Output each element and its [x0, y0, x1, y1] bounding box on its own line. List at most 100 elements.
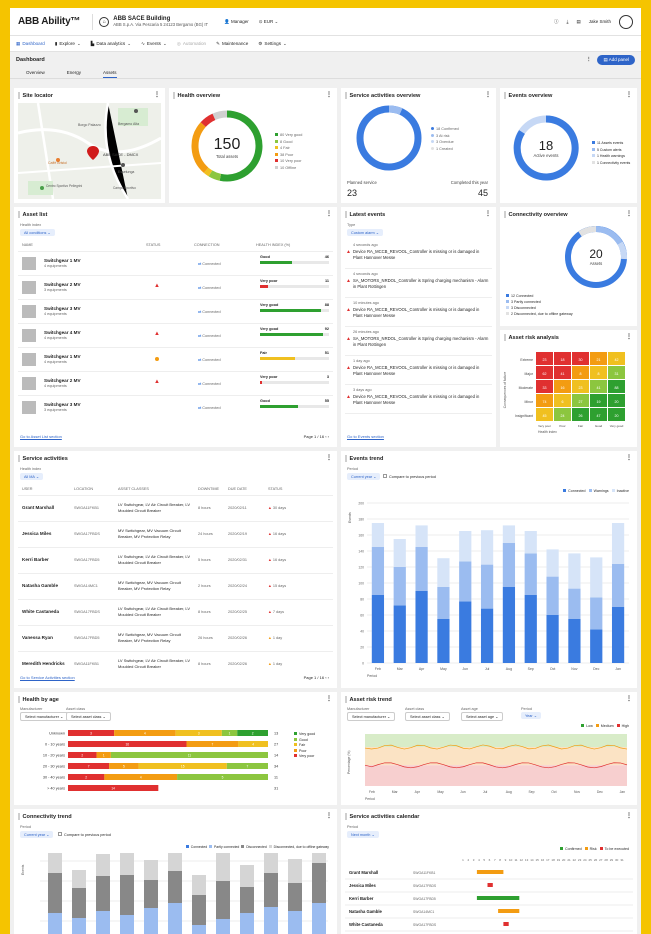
more-icon[interactable]: ⋮ [626, 454, 632, 461]
user-name: Meredith Hendricks [22, 661, 65, 666]
more-icon[interactable]: ⋮ [326, 812, 332, 819]
event-item[interactable]: 10 minutes ago ▲ Device RA_MCCB_REVOOL_Con… [345, 299, 492, 327]
compare-checkbox[interactable]: Compare to previous period [383, 474, 436, 479]
bar-segment [120, 875, 134, 915]
tab-overview[interactable]: Overview [26, 68, 45, 78]
bar-segment [524, 595, 537, 663]
more-icon[interactable]: ⋮ [586, 57, 592, 63]
building-selector[interactable]: ABB SACE Building ABB S.p.A. Via Pescari… [113, 16, 208, 27]
connection-label: Connected [202, 358, 221, 362]
more-icon[interactable]: ⋮ [626, 695, 632, 702]
info-icon[interactable]: ⓘ [554, 19, 559, 25]
event-item[interactable]: 26 minutes ago ▲ SA_MOTORS_NRDOL_Controlle… [345, 328, 492, 356]
table-row[interactable]: Switchgear 4 MV 4 equipments ▲ ⇄ Connected V… [18, 323, 333, 347]
asset-name: Switchgear 3 MV [44, 306, 81, 311]
period-select[interactable]: Next month ⌄ [347, 831, 379, 838]
medium-band [365, 747, 627, 766]
prev-page-icon[interactable]: ‹ [325, 675, 326, 680]
cell-value: 19 [597, 400, 601, 404]
more-icon[interactable]: ⋮ [485, 91, 491, 98]
next-page-icon[interactable]: › [328, 434, 329, 439]
table-row[interactable]: Switchgear 2 MV 4 equipments ▲ ⇄ Connected V… [18, 371, 333, 395]
table-row[interactable]: Switchgear 1 MV 4 equipments ⇄ Connected Fa… [18, 347, 333, 371]
table-row[interactable]: White Castaneda SWGA17FBDS LV Switchgear, … [18, 599, 333, 625]
event-item[interactable]: 3 days ago ▲ Device RA_MCCB_REVOOL_Control… [345, 386, 492, 414]
nav-explore[interactable]: ▮ Explore ⌄ [55, 41, 81, 47]
user-name: Grant Marshall [22, 505, 55, 510]
legend-label: 4 Fair [280, 146, 290, 150]
asset-class-select[interactable]: Select asset class ⌄ [66, 712, 111, 721]
asset-list-link[interactable]: Go to Asset List section [20, 434, 62, 439]
calendar-title: Service activities calendar [349, 813, 420, 820]
explore-icon: ▮ [54, 40, 58, 46]
print-icon[interactable]: ▤ [576, 19, 580, 25]
manufacturer-select[interactable]: Select manufacturer ⌄ [347, 712, 396, 721]
bar-segment [192, 925, 206, 934]
table-row[interactable]: Switchgear 3 MV 3 equipments ⇄ Connected Go… [18, 395, 333, 419]
more-icon[interactable]: ⋮ [626, 210, 632, 217]
manufacturer-select[interactable]: Select manufacturer ⌄ [20, 712, 69, 721]
nav-automation[interactable]: ◎ Automation [177, 41, 206, 47]
cell-value: 16 [561, 386, 565, 390]
bar-segment [459, 531, 472, 562]
nav-settings[interactable]: ⚙ Settings ⌄ [258, 41, 287, 47]
nav-events[interactable]: ∿ Events ⌄ [141, 41, 167, 47]
more-icon[interactable]: ⋮ [485, 210, 491, 217]
nav-maintenance[interactable]: ✎ Maintenance [216, 41, 248, 47]
segment-label: 1 [103, 753, 105, 757]
more-icon[interactable]: ⋮ [154, 91, 160, 98]
add-panel-button[interactable]: ▤ Add panel [597, 55, 635, 65]
site-locator-card: Site locator ⋮ ABB SACE - DMCX Bergamo A… [14, 88, 165, 203]
card-title: Events trend [345, 455, 383, 462]
role-selector[interactable]: 👤 Manager [224, 19, 249, 25]
table-row[interactable]: Vanessa Ryan SWGA17FBD5 MV Switchgear, MV … [18, 625, 333, 651]
table-row[interactable]: Switchgear 2 MV 3 equipments ▲ ⇄ Connected V… [18, 275, 333, 299]
type-filter-select[interactable]: Custom alarm ⌄ [347, 229, 383, 236]
health-filter-select[interactable]: All conditions ⌄ [20, 229, 55, 236]
prev-page-icon[interactable]: ‹ [325, 434, 326, 439]
health-bar-track [260, 261, 329, 264]
compare-checkbox[interactable]: Compare to previous period [58, 832, 111, 837]
event-item[interactable]: 4 seconds ago ▲ Device RA_MCCB_REVOOL_Cont… [345, 241, 492, 269]
table-row[interactable]: Switchgear 1 MV 4 equipments ⇄ Connected Go… [18, 251, 333, 275]
more-icon[interactable]: ⋮ [626, 333, 632, 340]
period-select[interactable]: Current year ⌄ [347, 473, 381, 480]
health-filter-select[interactable]: All MA ⌄ [20, 473, 44, 480]
tab-energy[interactable]: Energy [67, 68, 81, 78]
table-row[interactable]: Grant Marshall SWGA11FKB1 LV Switchgear, L… [18, 495, 333, 521]
asset-age-select[interactable]: Select asset age ⌄ [461, 712, 504, 721]
bar-segment [216, 919, 230, 934]
more-icon[interactable]: ⋮ [326, 91, 332, 98]
events-link[interactable]: Go to Events section [347, 434, 384, 439]
table-row[interactable]: Switchgear 3 MV 4 equipments ⇄ Connected Ve… [18, 299, 333, 323]
connectivity-overview-card: Connectivity overview ⋮ 20 Assets 12 Con… [500, 207, 637, 326]
download-icon[interactable]: ⤓ [566, 19, 568, 24]
currency-selector[interactable]: ⊙ EUR ⌄ [259, 19, 279, 25]
more-icon[interactable]: ⋮ [626, 91, 632, 98]
nav-data-analytics[interactable]: ▙ Data analytics ⌄ [91, 41, 131, 47]
calendar-location: SWGA14MC1 [413, 910, 434, 914]
more-icon[interactable]: ⋮ [326, 210, 332, 217]
period-select[interactable]: Current year ⌄ [20, 831, 54, 838]
table-row[interactable]: Jessica Miles SWGA17FBDS MV Switchgear, MV… [18, 521, 333, 547]
next-page-icon[interactable]: › [328, 675, 329, 680]
legend-label: 8 Good [280, 139, 293, 144]
page-indicator: Page 1 / 16 [303, 434, 325, 439]
user-name[interactable]: Jake Smith [589, 19, 611, 24]
service-link[interactable]: Go to Service Activities section [20, 675, 75, 680]
event-item[interactable]: 1 day ago ▲ Device RA_MCCB_REVOOL_Controll… [345, 357, 492, 385]
table-row[interactable]: Natasha Gamble SWGA14MC1 MV Switchgear, MV… [18, 573, 333, 599]
legend-item: 1 Created [431, 146, 459, 153]
table-row[interactable]: Kerri Barber SWGA17FBD5 LV Switchgear, LV … [18, 547, 333, 573]
more-icon[interactable]: ⋮ [626, 812, 632, 819]
table-row[interactable]: Meredith Hendricks SWGA11FKB1 LV Switchgea… [18, 651, 333, 677]
tab-assets[interactable]: Assets [103, 68, 117, 78]
nav-dashboard[interactable]: ▦ Dashboard [16, 41, 45, 47]
period-select[interactable]: Year ⌄ [521, 712, 541, 719]
avatar[interactable] [619, 14, 633, 29]
more-icon[interactable]: ⋮ [326, 454, 332, 461]
more-icon[interactable]: ⋮ [326, 695, 332, 702]
asset-class-select[interactable]: Select asset class ⌄ [405, 712, 450, 721]
map[interactable]: ABB SACE - DMCX Bergamo Alta Borgo Palaz… [18, 103, 161, 199]
event-item[interactable]: 4 seconds ago ▲ SA_MOTORS_NRDOL_Controller… [345, 270, 492, 298]
